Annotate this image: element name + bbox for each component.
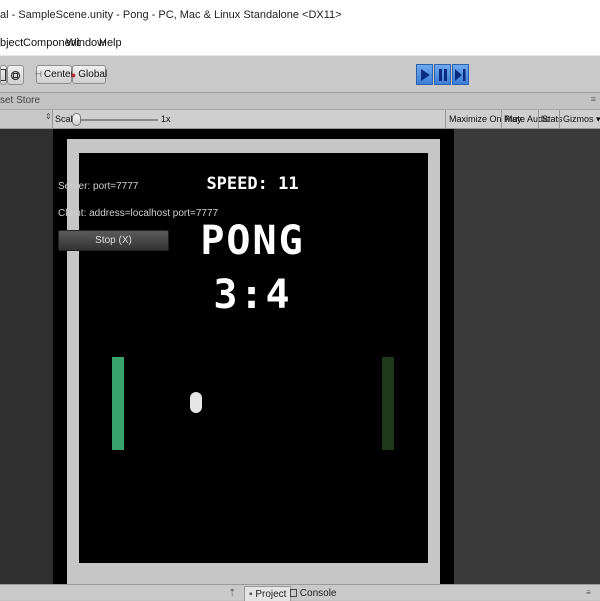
asset-store-tab-strip: set Store ≡	[0, 93, 600, 109]
console-icon	[290, 589, 297, 597]
play-icon	[420, 68, 430, 81]
stop-button-label: Stop (X)	[95, 235, 132, 246]
bottom-tab-bar: ⇡ ▪ Project Console ≡	[0, 584, 600, 601]
rect-tool-icon	[1, 69, 6, 81]
game-title: PONG	[200, 218, 305, 264]
right-paddle	[382, 357, 394, 450]
rect-tool-button[interactable]	[0, 65, 7, 85]
step-icon	[455, 68, 466, 81]
hierarchy-panel	[0, 129, 53, 584]
server-status-text: Server: port=7777	[58, 181, 139, 192]
left-pane-header: ⇕	[0, 110, 53, 128]
menu-bar: bject Component Window Help	[0, 33, 600, 55]
gizmos-button[interactable]: Gizmos ▾	[559, 110, 600, 128]
folder-icon: ▪	[249, 589, 253, 600]
panel-menu-icon[interactable]: ≡	[591, 94, 596, 104]
space-global-button[interactable]: ● Global	[70, 65, 108, 84]
space-global-label: Global	[78, 69, 108, 80]
pause-icon	[438, 68, 447, 81]
score-display: 3:4	[213, 272, 292, 318]
scale-value: 1x	[161, 114, 171, 124]
step-button[interactable]	[452, 64, 469, 85]
stop-button[interactable]: Stop (X)	[58, 230, 169, 251]
panel-menu-icon-bottom[interactable]: ≡	[586, 588, 591, 597]
globe-icon: ●	[70, 69, 77, 80]
tab-project[interactable]: ▪ Project	[244, 586, 292, 601]
left-pane-arrow-icon[interactable]: ⇕	[45, 112, 52, 121]
scale-slider-handle[interactable]	[72, 113, 81, 126]
menu-gameobject[interactable]: bject	[0, 37, 23, 49]
scale-slider-track[interactable]	[76, 119, 158, 121]
menu-help[interactable]: Help	[99, 37, 122, 49]
pivot-center-button[interactable]: ⊣ Center	[34, 65, 74, 84]
drag-handle-icon[interactable]: ⇡	[228, 588, 236, 599]
transform-tool-icon	[10, 70, 21, 80]
ball	[190, 392, 202, 413]
play-button[interactable]	[416, 64, 433, 85]
center-icon: ⊣	[34, 69, 42, 79]
inspector-panel	[454, 129, 600, 584]
pause-button[interactable]	[434, 64, 451, 85]
tab-console-label: Console	[299, 588, 337, 599]
game-view-toolbar: ⇕ Scale 1x Maximize On Play Mute Audio S…	[0, 109, 600, 129]
tab-asset-store[interactable]: set Store	[0, 95, 40, 106]
window-title: al - SampleScene.unity - Pong - PC, Mac …	[0, 9, 342, 21]
transform-tool-button[interactable]	[7, 65, 24, 85]
left-paddle	[112, 357, 124, 450]
main-toolbar: ⊣ Center ● Global	[0, 55, 600, 93]
pivot-center-label: Center	[43, 69, 74, 80]
speed-indicator: SPEED: 11	[206, 174, 299, 194]
tab-console[interactable]: Console	[290, 588, 336, 599]
tab-project-label: Project	[255, 589, 287, 600]
window-title-bar: al - SampleScene.unity - Pong - PC, Mac …	[0, 0, 600, 33]
